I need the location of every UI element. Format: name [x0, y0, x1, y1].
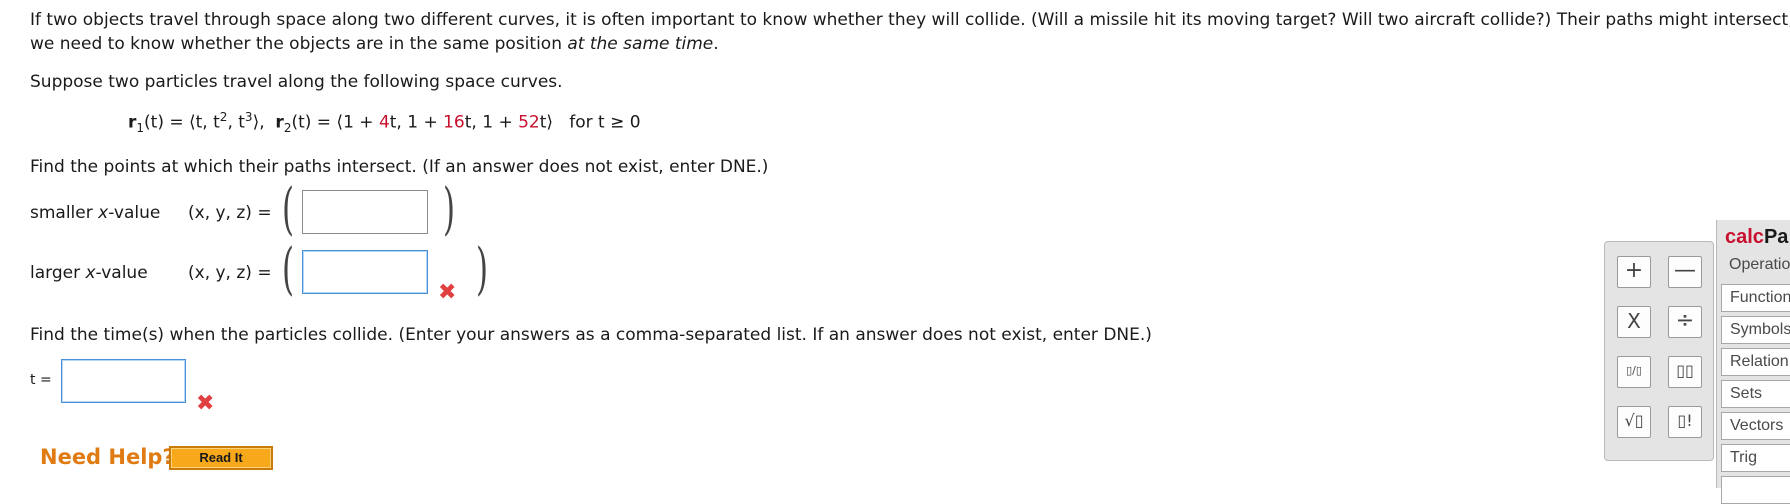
problem-intro: If two objects travel through space alon… [30, 8, 1790, 56]
close-paren-2: ) [476, 237, 489, 302]
plus-button[interactable]: + [1617, 256, 1651, 288]
menu-next[interactable] [1721, 476, 1790, 504]
menu-sets[interactable]: Sets [1721, 380, 1790, 408]
coord-label-2: (x, y, z) = [188, 263, 272, 283]
close-paren-1: ) [443, 177, 456, 242]
open-paren-2: ( [282, 237, 295, 302]
suppose-text: Suppose two particles travel along the f… [30, 72, 563, 92]
larger-point-input[interactable] [302, 250, 428, 294]
larger-x-label: larger x-value [30, 263, 148, 283]
read-it-button[interactable]: Read It [169, 446, 273, 470]
menu-relations[interactable]: Relation [1721, 348, 1790, 376]
coord-label-1: (x, y, z) = [188, 203, 272, 223]
calcpad-menu: calcPa Operatio Function Symbols Relatio… [1716, 220, 1790, 504]
fraction-button[interactable]: ▯/▯ [1617, 356, 1651, 388]
time-input[interactable] [61, 359, 186, 403]
smaller-x-label: smaller x-value [30, 203, 161, 223]
menu-vectors[interactable]: Vectors [1721, 412, 1790, 440]
menu-functions[interactable]: Function [1721, 284, 1790, 312]
sqrt-button[interactable]: √▯ [1617, 406, 1651, 438]
exponent-button[interactable]: ▯▯ [1668, 356, 1702, 388]
multiply-button[interactable]: X [1617, 306, 1651, 338]
incorrect-mark-2: ✖ [438, 280, 457, 305]
divide-button[interactable]: ÷ [1668, 306, 1702, 338]
need-help-label: Need Help? [40, 445, 175, 469]
smaller-point-input[interactable] [302, 190, 428, 234]
calcpad-title: calcPa [1725, 226, 1789, 248]
intro-line-1: If two objects travel through space alon… [30, 10, 1790, 30]
incorrect-mark-time: ✖ [196, 391, 215, 416]
time-label: t = [30, 372, 52, 388]
menu-symbols[interactable]: Symbols [1721, 316, 1790, 344]
open-paren-1: ( [282, 177, 295, 242]
find-points-text: Find the points at which their paths int… [30, 157, 769, 177]
space-curves-formula: r1(t) = ⟨t, t2, t3⟩, r2(t) = ⟨1 + 4t, 1 … [128, 110, 641, 136]
menu-trig[interactable]: Trig [1721, 444, 1790, 472]
menu-operations[interactable]: Operatio [1721, 252, 1790, 280]
minus-button[interactable]: — [1668, 256, 1702, 288]
calcpad-buttons-panel: + — X ÷ ▯/▯ ▯▯ √▯ ▯! [1604, 241, 1714, 461]
find-time-text: Find the time(s) when the particles coll… [30, 325, 1152, 345]
intro-line-2: we need to know whether the objects are … [30, 34, 719, 54]
factorial-button[interactable]: ▯! [1668, 406, 1702, 438]
